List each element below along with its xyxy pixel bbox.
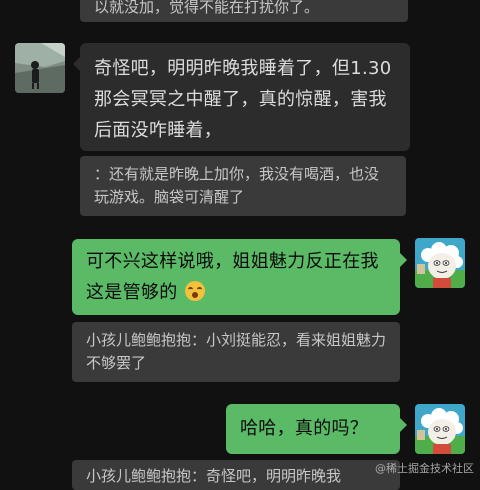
quote-text: 小孩儿鲍鲍抱抱：奇怪吧，明明昨晚我 — [86, 467, 342, 485]
incoming-message-bubble[interactable]: 奇怪吧，明明昨晚我睡着了，但1.30那会冥冥之中醒了，真的惊醒，害我后面没咋睡着… — [73, 43, 410, 151]
person-photo-avatar-icon — [15, 43, 65, 93]
watermark: @稀土掘金技术社区 — [375, 462, 474, 475]
outgoing-message-bubble[interactable]: 哈哈，真的吗？ — [226, 404, 407, 454]
outgoing-message-bubble[interactable]: 可不兴这样说哦，姐姐魅力反正在我这是管够的 — [72, 239, 407, 315]
quote-text: 以就没加，觉得不能在打扰你了。 — [94, 0, 320, 16]
bubble-tail — [400, 418, 407, 432]
message-text: 可不兴这样说哦，姐姐魅力反正在我这是管够的 — [86, 251, 379, 303]
message-text: 哈哈，真的吗？ — [240, 418, 369, 439]
quote-box-partial-top[interactable]: 以就没加，觉得不能在打扰你了。 — [80, 0, 408, 22]
face-emoji-icon — [184, 281, 205, 301]
quote-text: 小孩儿鲍鲍抱抱：小刘挺能忍，看来姐姐魅力不够罢了 — [86, 331, 387, 372]
cartoon-sheep-avatar-icon — [415, 238, 465, 288]
quote-box[interactable]: 小孩儿鲍鲍抱抱：小刘挺能忍，看来姐姐魅力不够罢了 — [72, 322, 400, 382]
cartoon-sheep-avatar-icon — [415, 404, 465, 454]
bubble-tail — [73, 57, 80, 71]
my-avatar[interactable] — [415, 238, 465, 288]
message-text: 奇怪吧，明明昨晚我睡着了，但1.30那会冥冥之中醒了，真的惊醒，害我后面没咋睡着… — [94, 58, 392, 141]
quote-box-partial-bottom[interactable]: 小孩儿鲍鲍抱抱：奇怪吧，明明昨晚我 — [72, 460, 400, 490]
quote-text: ：还有就是昨晚上加你，我没有喝酒，也没玩游戏。脑袋可清醒了 — [94, 165, 380, 206]
my-avatar[interactable] — [415, 404, 465, 454]
contact-avatar[interactable] — [15, 43, 65, 93]
quote-box[interactable]: ：还有就是昨晚上加你，我没有喝酒，也没玩游戏。脑袋可清醒了 — [80, 156, 406, 216]
bubble-tail — [400, 253, 407, 267]
